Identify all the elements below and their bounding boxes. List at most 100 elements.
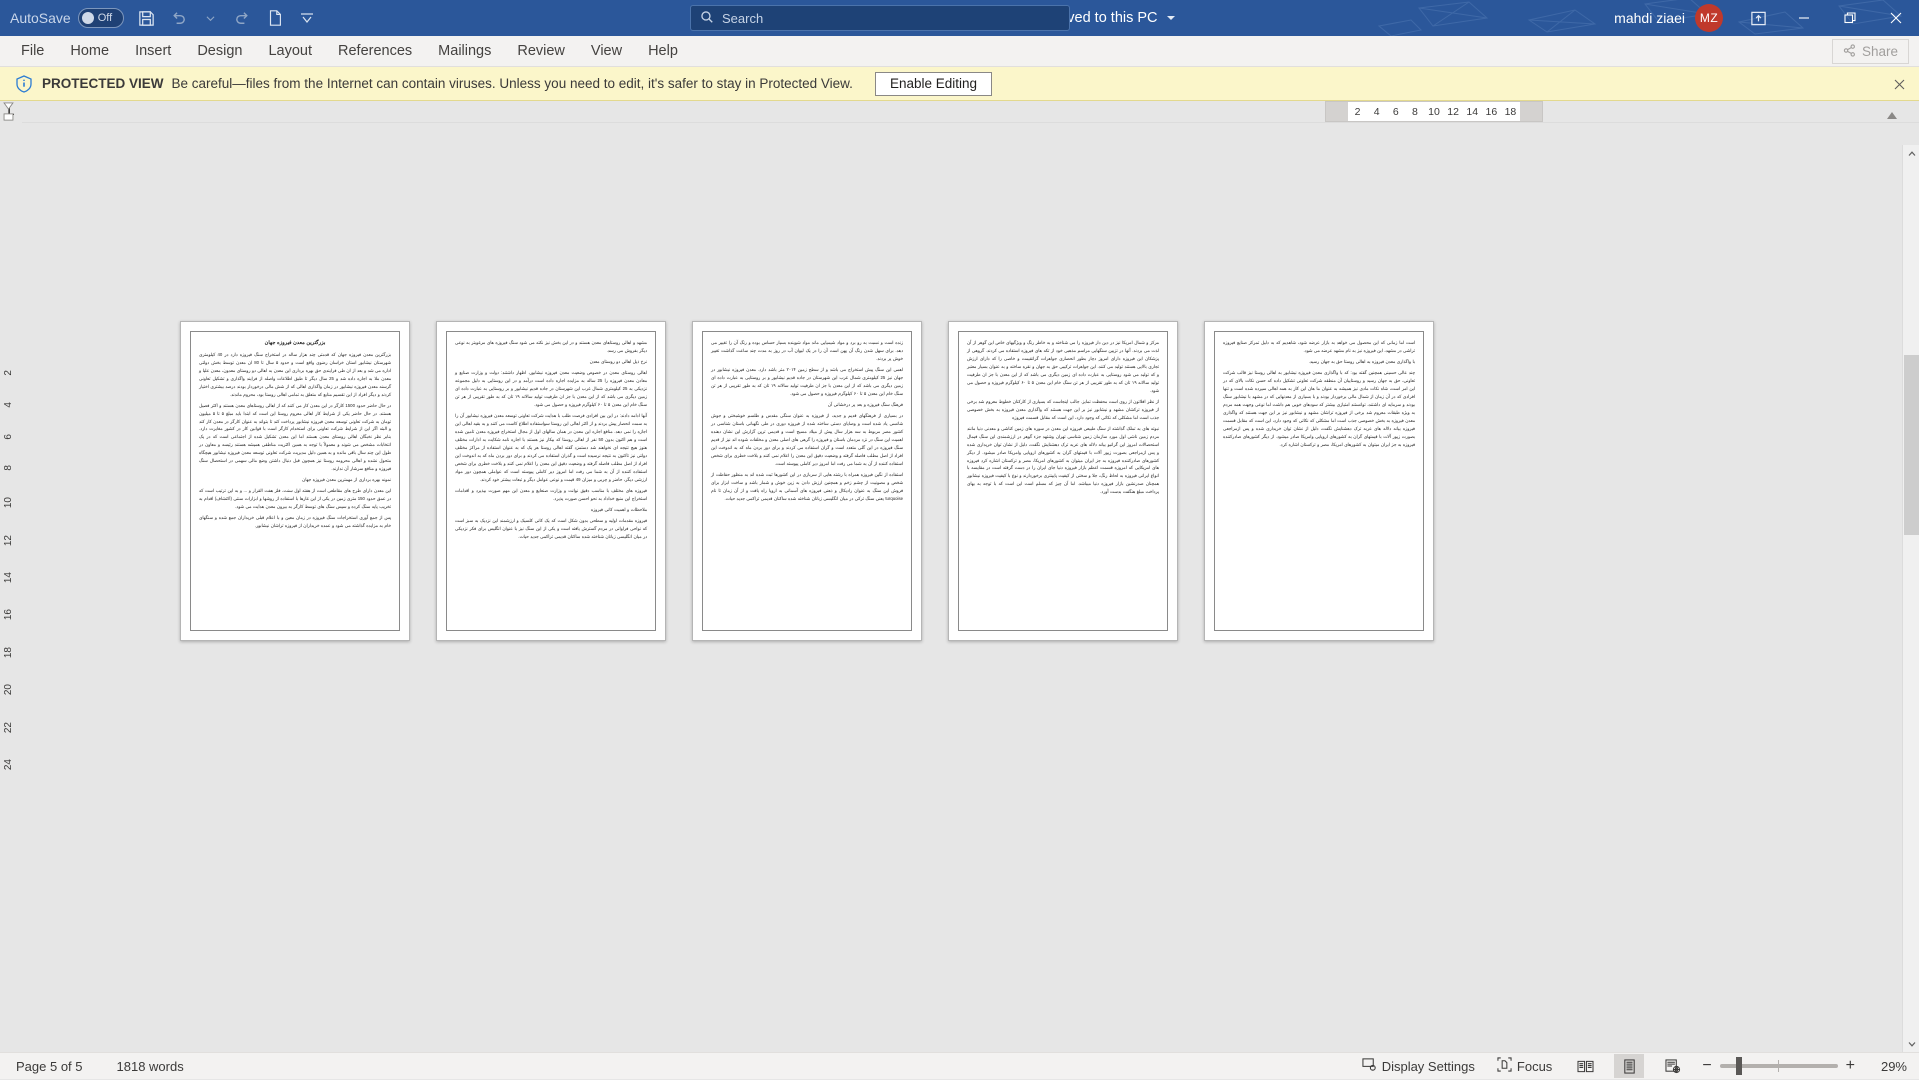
vruler-tick-18: 18	[3, 647, 19, 658]
focus-mode-button[interactable]: Focus	[1493, 1053, 1556, 1080]
document-heading: بزرگترین معدن فیروزه جهان	[199, 339, 391, 348]
zoom-level-label[interactable]: 29%	[1869, 1059, 1907, 1074]
paragraph: مرکز و شمال امریکا نیز در دین دار فیروزه…	[967, 339, 1159, 395]
tab-insert[interactable]: Insert	[122, 35, 184, 66]
paragraph: بزرگترین معدن فیروزه جهان که قدمتی چند ه…	[199, 351, 391, 399]
title-chevron-down-icon[interactable]	[1167, 16, 1175, 20]
tab-mailings[interactable]: Mailings	[425, 35, 504, 66]
status-bar-left: Page 5 of 5 1818 words	[0, 1053, 188, 1080]
vertical-scrollbar-thumb[interactable]	[1904, 355, 1919, 535]
display-settings-label: Display Settings	[1382, 1059, 1475, 1074]
print-layout-button[interactable]	[1614, 1054, 1644, 1078]
vruler-tick-24: 24	[3, 759, 19, 770]
restore-button[interactable]	[1827, 0, 1873, 36]
ruler-tick-2: 2	[1348, 106, 1367, 118]
page-content: بزرگترین معدن فیروزه جهان بزرگترین معدن …	[190, 331, 400, 631]
zoom-slider[interactable]: − +	[1702, 1058, 1855, 1074]
word-count-status[interactable]: 1818 words	[113, 1053, 188, 1080]
status-bar: Page 5 of 5 1818 words Display Settings …	[0, 1052, 1919, 1079]
paragraph: نبوته های به تملک گذاشته از سنگ طبیعی فی…	[967, 425, 1159, 496]
vruler-tick-6: 6	[3, 434, 19, 440]
vertical-ruler[interactable]: 2 4 6 8 10 12 14 16 18 20 22 24	[0, 145, 22, 1052]
autosave-toggle[interactable]: Off	[78, 8, 124, 28]
enable-editing-button[interactable]: Enable Editing	[875, 72, 992, 96]
tab-layout[interactable]: Layout	[255, 35, 325, 66]
zoom-out-button[interactable]: −	[1702, 1058, 1711, 1074]
ribbon-display-options-icon[interactable]	[1735, 0, 1781, 36]
search-icon	[700, 10, 714, 27]
display-settings-button[interactable]: Display Settings	[1358, 1053, 1479, 1080]
search-input[interactable]: Search	[690, 5, 1070, 31]
tab-design[interactable]: Design	[184, 35, 255, 66]
share-button[interactable]: Share	[1832, 39, 1909, 64]
close-button[interactable]	[1873, 0, 1919, 36]
new-document-icon[interactable]	[260, 4, 290, 32]
scroll-down-icon[interactable]	[1903, 1035, 1919, 1052]
ruler-row: L 18 16 14 12 10 8 6 4 2	[0, 101, 1919, 123]
vertical-scrollbar[interactable]	[1902, 145, 1919, 1052]
avatar[interactable]: MZ	[1695, 4, 1723, 32]
minimize-button[interactable]	[1781, 0, 1827, 36]
ruler-tick-14: 14	[1463, 106, 1482, 118]
vruler-tick-16: 16	[3, 609, 19, 620]
display-settings-icon	[1362, 1057, 1377, 1075]
paragraph: در حال حاضر حدود 1500 کارگر در این معدن …	[199, 402, 391, 473]
autosave-toggle-knob	[82, 12, 94, 24]
ruler-margin-left	[1326, 102, 1348, 121]
right-indent-marker[interactable]	[3, 113, 14, 121]
autosave-control[interactable]: AutoSave Off	[10, 8, 124, 28]
paragraph: نرخ ذیل اهالی دو روستای معدن	[455, 358, 647, 366]
tab-references[interactable]: References	[325, 35, 425, 66]
document-page[interactable]: مرکز و شمال امریکا نیز در دین دار فیروزه…	[948, 321, 1178, 641]
tab-view[interactable]: View	[578, 35, 635, 66]
zoom-midpoint-tick	[1778, 1060, 1779, 1072]
tab-home[interactable]: Home	[57, 35, 122, 66]
info-shield-icon	[12, 72, 36, 96]
ruler-tick-10: 10	[1424, 106, 1443, 118]
paragraph: فرهنگ سنگ فیروزه و بعد پر درخشانی آن	[711, 401, 903, 409]
horizontal-ruler[interactable]: 18 16 14 12 10 8 6 4 2	[1325, 101, 1543, 122]
page-content: مشهد و اهالی روستاهای معدن هستند و در ای…	[446, 331, 656, 631]
zoom-thumb[interactable]	[1736, 1057, 1742, 1075]
tab-file[interactable]: File	[8, 35, 57, 66]
zoom-track[interactable]	[1720, 1064, 1838, 1068]
document-page[interactable]: مشهد و اهالی روستاهای معدن هستند و در ای…	[436, 321, 666, 641]
document-page[interactable]: زنده است و نسبت به رو برد و مواد شیمیایی…	[692, 321, 922, 641]
undo-dropdown-icon[interactable]	[196, 4, 226, 32]
tab-help[interactable]: Help	[635, 35, 691, 66]
title-bar: AutoSave Off	[0, 0, 1919, 36]
undo-icon[interactable]	[164, 4, 194, 32]
ruler-tick-16: 16	[1482, 106, 1501, 118]
vruler-tick-22: 22	[3, 722, 19, 733]
close-icon[interactable]	[1891, 76, 1907, 92]
paragraph: فیروزه های مختلف با مناسب دقیق نوانت و و…	[455, 487, 647, 503]
page-number-status[interactable]: Page 5 of 5	[12, 1053, 87, 1080]
paragraph: پس از جمع آوری استخراجات سنگ فیروزه در ز…	[199, 514, 391, 530]
zoom-in-button[interactable]: +	[1846, 1058, 1855, 1074]
redo-icon[interactable]	[228, 4, 258, 32]
document-workspace[interactable]: 2 4 6 8 10 12 14 16 18 20 22 24 بزرگترین…	[0, 145, 1919, 1052]
paragraph: چند عالی حسینی همچنین گفته بود: که با وا…	[1223, 369, 1415, 448]
vruler-tick-4: 4	[3, 402, 19, 408]
status-bar-right: Display Settings Focus	[1358, 1053, 1919, 1080]
customize-quick-access-toolbar-icon[interactable]	[292, 4, 322, 32]
autosave-label: AutoSave	[10, 10, 71, 26]
vruler-tick-12: 12	[3, 535, 19, 546]
web-layout-button[interactable]	[1658, 1054, 1688, 1078]
save-icon[interactable]	[132, 4, 162, 32]
tab-review[interactable]: Review	[504, 35, 578, 66]
focus-icon	[1497, 1057, 1512, 1075]
scroll-up-icon[interactable]	[1903, 145, 1919, 162]
account-name[interactable]: mahdi ziaei	[1614, 10, 1685, 26]
share-icon	[1843, 44, 1856, 60]
hanging-indent-marker[interactable]	[3, 102, 14, 110]
document-page[interactable]: است اما زمانی که این محصول می خواهد به ب…	[1204, 321, 1434, 641]
first-line-indent-marker[interactable]	[1887, 112, 1897, 119]
autosave-state: Off	[98, 12, 112, 24]
quick-access-toolbar: AutoSave Off	[0, 4, 322, 32]
share-label: Share	[1862, 44, 1898, 59]
document-page[interactable]: بزرگترین معدن فیروزه جهان بزرگترین معدن …	[180, 321, 410, 641]
paragraph: نمونه بهره برداری از مهمترین معدن فیروزه…	[199, 476, 391, 484]
paragraph: استفاده از نگین فیروزه همراه با رشته های…	[711, 471, 903, 503]
read-mode-button[interactable]	[1570, 1054, 1600, 1078]
